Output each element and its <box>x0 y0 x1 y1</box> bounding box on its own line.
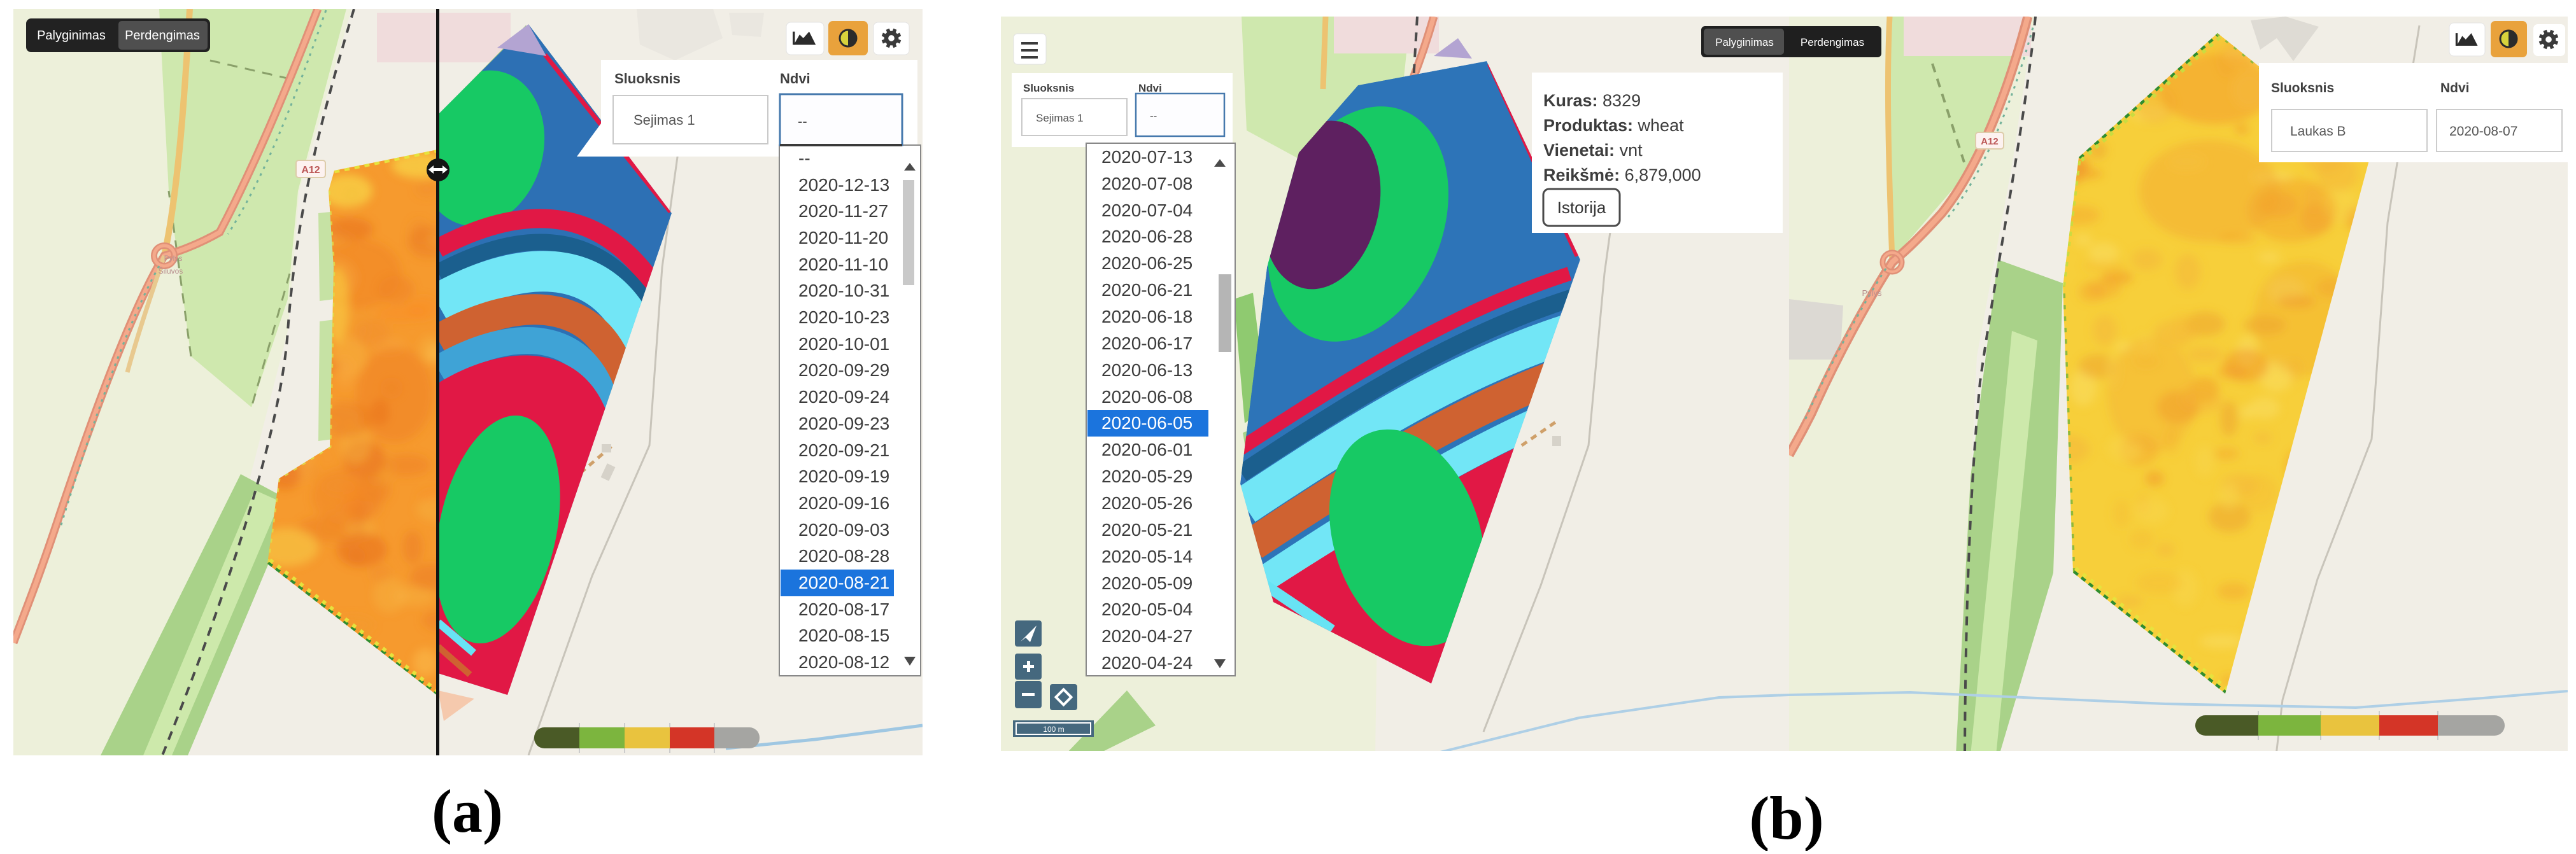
svg-text:2020-08-12: 2020-08-12 <box>798 652 889 672</box>
svg-text:Ndvi: Ndvi <box>1138 82 1162 94</box>
svg-text:2020-10-01: 2020-10-01 <box>798 334 889 354</box>
svg-text:2020-11-10: 2020-11-10 <box>798 255 888 274</box>
svg-text:Perdengimas: Perdengimas <box>125 29 200 43</box>
svg-text:Sejimas 1: Sejimas 1 <box>633 112 695 128</box>
svg-text:Pylys: Pylys <box>164 254 183 263</box>
svg-text:2020-09-29: 2020-09-29 <box>798 360 889 380</box>
svg-text:2020-05-29: 2020-05-29 <box>1101 466 1192 486</box>
svg-text:2020-06-05: 2020-06-05 <box>1101 413 1192 433</box>
svg-text:A12: A12 <box>1981 136 1999 147</box>
svg-text:2020-09-23: 2020-09-23 <box>798 414 889 433</box>
svg-text:100 m: 100 m <box>1043 725 1064 734</box>
svg-text:2020-05-14: 2020-05-14 <box>1101 547 1192 566</box>
svg-text:2020-09-19: 2020-09-19 <box>798 466 889 486</box>
svg-text:2020-09-21: 2020-09-21 <box>798 440 889 460</box>
svg-text:2020-06-25: 2020-06-25 <box>1101 253 1192 273</box>
svg-text:Istorija: Istorija <box>1557 198 1606 217</box>
svg-text:(a): (a) <box>432 777 503 845</box>
svg-text:2020-06-01: 2020-06-01 <box>1101 440 1192 459</box>
svg-text:2020-06-08: 2020-06-08 <box>1101 387 1192 407</box>
svg-text:Ndvi: Ndvi <box>2440 81 2470 95</box>
svg-text:2020-11-20: 2020-11-20 <box>798 228 888 248</box>
svg-text:2020-10-23: 2020-10-23 <box>798 307 889 327</box>
svg-text:2020-06-17: 2020-06-17 <box>1101 333 1192 353</box>
svg-text:2020-06-21: 2020-06-21 <box>1101 280 1192 300</box>
svg-text:Sluoksnis: Sluoksnis <box>614 71 681 87</box>
svg-text:2020-05-04: 2020-05-04 <box>1101 599 1192 619</box>
svg-text:--: -- <box>798 113 807 129</box>
svg-text:2020-05-26: 2020-05-26 <box>1101 493 1192 513</box>
svg-text:Pylys: Pylys <box>1862 288 1882 298</box>
svg-text:Sluoksnis: Sluoksnis <box>2271 81 2334 95</box>
svg-text:2020-04-24: 2020-04-24 <box>1101 653 1192 673</box>
svg-text:2020-07-04: 2020-07-04 <box>1101 200 1192 220</box>
svg-text:2020-07-13: 2020-07-13 <box>1101 147 1192 167</box>
svg-text:Vienetai: vnt: Vienetai: vnt <box>1543 141 1643 160</box>
svg-text:2020-09-16: 2020-09-16 <box>798 493 889 513</box>
svg-text:Reikšmė: 6,879,000: Reikšmė: 6,879,000 <box>1543 165 1701 185</box>
svg-text:2020-08-28: 2020-08-28 <box>798 546 889 566</box>
svg-text:Kuras: 8329: Kuras: 8329 <box>1543 91 1641 110</box>
svg-text:2020-05-21: 2020-05-21 <box>1101 520 1192 540</box>
svg-text:Produktas: wheat: Produktas: wheat <box>1543 116 1684 135</box>
svg-text:Sluoksnis: Sluoksnis <box>1023 82 1074 94</box>
svg-text:Laukas B: Laukas B <box>2290 124 2346 139</box>
svg-text:2020-04-27: 2020-04-27 <box>1101 626 1192 646</box>
svg-text:Šiluvos: Šiluvos <box>159 266 183 276</box>
svg-text:Ndvi: Ndvi <box>780 71 810 87</box>
svg-text:2020-08-17: 2020-08-17 <box>798 599 889 619</box>
svg-text:2020-10-31: 2020-10-31 <box>798 281 889 300</box>
svg-text:Sejimas 1: Sejimas 1 <box>1036 112 1084 124</box>
svg-text:A12: A12 <box>301 165 320 176</box>
svg-text:2020-08-15: 2020-08-15 <box>798 626 889 645</box>
svg-text:2020-06-28: 2020-06-28 <box>1101 227 1192 246</box>
svg-text:2020-11-27: 2020-11-27 <box>798 201 888 221</box>
svg-text:2020-05-09: 2020-05-09 <box>1101 573 1192 593</box>
svg-text:2020-09-24: 2020-09-24 <box>798 387 889 407</box>
svg-text:2020-06-13: 2020-06-13 <box>1101 360 1192 380</box>
svg-text:2020-08-21: 2020-08-21 <box>798 573 889 592</box>
svg-text:(b): (b) <box>1749 784 1823 851</box>
svg-text:--: -- <box>798 148 810 168</box>
svg-text:2020-07-08: 2020-07-08 <box>1101 174 1192 193</box>
svg-text:Perdengimas: Perdengimas <box>1801 36 1864 48</box>
svg-text:Palyginimas: Palyginimas <box>1715 36 1774 48</box>
svg-text:2020-12-13: 2020-12-13 <box>798 175 889 195</box>
svg-text:Palyginimas: Palyginimas <box>37 29 106 43</box>
svg-text:2020-09-03: 2020-09-03 <box>798 520 889 540</box>
svg-text:2020-08-07: 2020-08-07 <box>2449 124 2517 139</box>
svg-text:--: -- <box>1150 110 1157 122</box>
svg-text:2020-06-18: 2020-06-18 <box>1101 307 1192 326</box>
